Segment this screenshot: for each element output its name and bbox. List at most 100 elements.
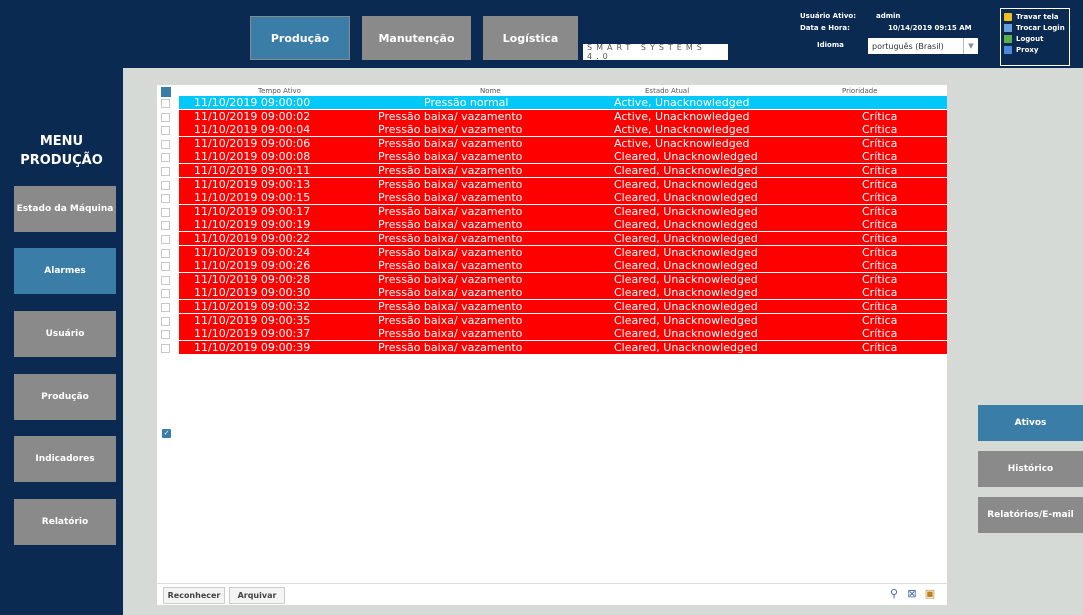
row-checkbox[interactable] xyxy=(161,167,170,176)
row-checkbox[interactable] xyxy=(161,235,170,244)
table-row[interactable]: 11/10/2019 09:00:06 Pressão baixa/ vazame… xyxy=(179,136,947,150)
settings-icon[interactable]: ▣ xyxy=(923,587,937,601)
table-row[interactable]: 11/10/2019 09:00:22 Pressão baixa/ vazame… xyxy=(179,232,947,245)
row-checkbox[interactable] xyxy=(161,180,170,190)
users-icon xyxy=(1004,23,1012,32)
alarm-table-panel: Tempo Ativo Nome Estado Atual Prioridade… xyxy=(157,85,947,605)
table-row[interactable]: 11/10/2019 09:00:13 Pressão baixa/ vazame… xyxy=(179,177,947,191)
chevron-down-icon[interactable]: ▼ xyxy=(963,38,978,54)
row-checkbox[interactable] xyxy=(161,126,170,136)
lock-screen-link[interactable]: Travar tela xyxy=(1004,11,1066,22)
row-checkbox[interactable] xyxy=(161,194,170,204)
cell-time: 11/10/2019 09:00:04 xyxy=(194,123,311,137)
cell-state: Active, Unacknowledged xyxy=(614,96,750,109)
menu-item-usuario[interactable]: Usuário xyxy=(14,311,116,357)
cell-time: 11/10/2019 09:00:00 xyxy=(194,96,311,109)
cell-name: Pressão baixa/ vazamento xyxy=(378,150,523,164)
language-select[interactable]: português (Brasil) ▼ xyxy=(868,38,978,54)
table-row[interactable]: 11/10/2019 09:00:08 Pressão baixa/ vazame… xyxy=(179,150,947,164)
lock-icon xyxy=(1004,12,1012,21)
table-row[interactable]: 11/10/2019 09:00:00 Pressão normal Active,… xyxy=(179,96,947,109)
checked-checkbox-icon[interactable]: ✓ xyxy=(162,429,171,438)
cell-priority: Crítica xyxy=(862,313,898,327)
cell-name: Pressão baixa/ vazamento xyxy=(378,300,523,313)
lock-screen-label: Travar tela xyxy=(1016,12,1059,21)
cell-state: Active, Unacknowledged xyxy=(614,123,750,137)
row-checkbox[interactable] xyxy=(161,343,170,353)
quick-links-panel: Travar tela Trocar Login Logout Proxy xyxy=(1000,8,1070,66)
tab-historico[interactable]: Histórico xyxy=(978,451,1083,487)
tab-ativos[interactable]: Ativos xyxy=(978,405,1083,441)
archive-button[interactable]: Arquivar xyxy=(229,587,285,604)
menu-item-indicadores[interactable]: Indicadores xyxy=(14,436,116,482)
table-row[interactable]: 11/10/2019 09:00:39 Pressão baixa/ vazame… xyxy=(179,340,947,354)
nav-logistica-button[interactable]: Logística xyxy=(483,16,578,60)
cell-state: Cleared, Unacknowledged xyxy=(614,177,758,191)
cell-priority: Crítica xyxy=(862,218,898,232)
cell-state: Cleared, Unacknowledged xyxy=(614,300,758,313)
logo: SMART SYSTEMS 4.0 xyxy=(583,43,728,61)
row-checkbox[interactable] xyxy=(161,153,170,163)
table-row[interactable]: 11/10/2019 09:00:24 Pressão baixa/ vazame… xyxy=(179,245,947,259)
row-checkbox[interactable] xyxy=(161,275,170,285)
menu-item-estado-maquina[interactable]: Estado da Máquina xyxy=(14,186,116,232)
table-row[interactable]: 11/10/2019 09:00:35 Pressão baixa/ vazame… xyxy=(179,313,947,327)
select-all-checkbox[interactable] xyxy=(161,87,171,97)
acknowledge-button[interactable]: Reconhecer xyxy=(163,587,225,604)
header-state: Estado Atual xyxy=(645,87,690,95)
table-row[interactable]: 11/10/2019 09:00:02 Pressão baixa/ vazame… xyxy=(179,109,947,123)
row-checkbox[interactable] xyxy=(161,139,170,149)
cell-priority: Crítica xyxy=(862,191,898,205)
table-row[interactable]: 11/10/2019 09:00:15 Pressão baixa/ vazame… xyxy=(179,191,947,205)
row-checkbox[interactable] xyxy=(161,262,170,272)
row-checkbox[interactable] xyxy=(161,112,170,122)
cell-priority: Crítica xyxy=(862,327,898,341)
cell-priority: Crítica xyxy=(862,177,898,191)
cell-name: Pressão baixa/ vazamento xyxy=(378,136,523,150)
row-checkbox[interactable] xyxy=(161,207,170,217)
user-value: admin xyxy=(876,12,901,20)
table-row[interactable]: 11/10/2019 09:00:04 Pressão baixa/ vazame… xyxy=(179,123,947,137)
menu-title: MENU PRODUÇÃO xyxy=(0,132,123,170)
cell-name: Pressão baixa/ vazamento xyxy=(378,191,523,205)
table-header: Tempo Ativo Nome Estado Atual Prioridade xyxy=(157,85,947,97)
tab-relatorios-email[interactable]: Relatórios/E-mail xyxy=(978,497,1083,533)
table-row[interactable]: 11/10/2019 09:00:11 Pressão baixa/ vazame… xyxy=(179,164,947,177)
cell-time: 11/10/2019 09:00:15 xyxy=(194,191,311,205)
row-checkbox[interactable] xyxy=(161,316,170,326)
cell-name: Pressão baixa/ vazamento xyxy=(378,259,523,273)
table-row[interactable]: 11/10/2019 09:00:37 Pressão baixa/ vazame… xyxy=(179,327,947,341)
header-priority: Prioridade xyxy=(842,87,878,95)
row-checkbox[interactable] xyxy=(161,221,170,231)
cell-name: Pressão baixa/ vazamento xyxy=(378,218,523,232)
table-row[interactable]: 11/10/2019 09:00:26 Pressão baixa/ vazame… xyxy=(179,259,947,273)
table-row[interactable]: 11/10/2019 09:00:28 Pressão baixa/ vazame… xyxy=(179,272,947,286)
cell-name: Pressão baixa/ vazamento xyxy=(378,245,523,259)
search-icon[interactable]: ⚲ xyxy=(887,587,901,601)
row-checkbox[interactable] xyxy=(161,303,170,312)
logout-link[interactable]: Logout xyxy=(1004,33,1066,44)
row-checkbox[interactable] xyxy=(161,330,170,340)
table-row[interactable]: 11/10/2019 09:00:17 Pressão baixa/ vazame… xyxy=(179,204,947,218)
row-checkbox[interactable] xyxy=(161,289,170,299)
table-row[interactable]: 11/10/2019 09:00:32 Pressão baixa/ vazame… xyxy=(179,300,947,313)
nav-producao-button[interactable]: Produção xyxy=(250,16,350,60)
export-icon[interactable]: ⊠ xyxy=(905,587,919,601)
menu-item-producao[interactable]: Produção xyxy=(14,374,116,420)
cell-priority: Crítica xyxy=(862,300,898,313)
table-row[interactable]: 11/10/2019 09:00:30 Pressão baixa/ vazame… xyxy=(179,286,947,300)
menu-item-relatorio[interactable]: Relatório xyxy=(14,499,116,545)
language-value: português (Brasil) xyxy=(872,41,944,51)
nav-manutencao-button[interactable]: Manutenção xyxy=(362,16,471,60)
proxy-link[interactable]: Proxy xyxy=(1004,44,1066,55)
cell-name: Pressão baixa/ vazamento xyxy=(378,109,523,123)
logout-icon xyxy=(1004,34,1012,43)
user-label: Usuário Ativo: xyxy=(800,12,856,20)
row-checkbox[interactable] xyxy=(161,248,170,258)
table-row[interactable]: 11/10/2019 09:00:19 Pressão baixa/ vazame… xyxy=(179,218,947,232)
row-checkbox[interactable] xyxy=(161,99,170,108)
menu-item-alarmes[interactable]: Alarmes xyxy=(14,248,116,294)
cell-time: 11/10/2019 09:00:22 xyxy=(194,232,311,245)
cell-time: 11/10/2019 09:00:06 xyxy=(194,136,311,150)
switch-login-link[interactable]: Trocar Login xyxy=(1004,22,1066,33)
